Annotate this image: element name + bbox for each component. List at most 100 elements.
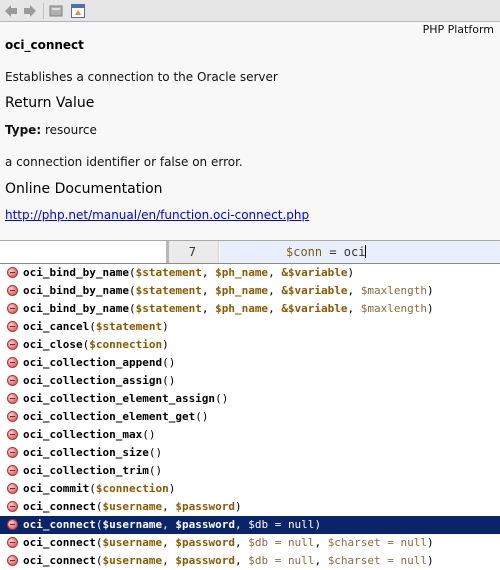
completion-item[interactable]: oci_close($connection)	[0, 336, 500, 354]
function-name: oci_cancel	[23, 320, 90, 333]
required-parameter: $username	[102, 554, 163, 567]
completion-item[interactable]: oci_bind_by_name($statement, $ph_name, &…	[0, 300, 500, 318]
line-number: 7	[188, 245, 196, 259]
required-parameter: $password	[175, 554, 235, 567]
function-icon	[7, 465, 18, 476]
function-icon	[7, 429, 18, 440]
editor-line: 7 $conn = oci	[0, 241, 500, 263]
function-name: oci_bind_by_name	[23, 302, 129, 315]
completion-item[interactable]: oci_connect($username, $password, $db = …	[0, 534, 500, 552]
function-name: oci_connect	[5, 38, 84, 52]
function-name: oci_collection_element_assign	[23, 392, 216, 405]
function-signature: oci_collection_trim()	[23, 464, 163, 477]
function-signature: oci_collection_element_get()	[23, 410, 209, 423]
completion-item[interactable]: oci_commit($connection)	[0, 480, 500, 498]
function-signature: oci_collection_append()	[23, 356, 176, 369]
function-name: oci_collection_size	[23, 446, 149, 459]
function-signature: oci_collection_element_assign()	[23, 392, 229, 405]
required-parameter: $statement	[95, 320, 163, 333]
completion-item[interactable]: oci_connect($username, $password, $db = …	[0, 516, 500, 534]
function-signature: oci_collection_max()	[23, 428, 156, 441]
function-description: Establishes a connection to the Oracle s…	[5, 70, 278, 84]
function-icon	[7, 537, 18, 548]
goto-source-icon[interactable]	[70, 3, 86, 19]
function-icon	[7, 555, 18, 566]
function-name: oci_connect	[23, 554, 96, 567]
function-name: oci_bind_by_name	[23, 266, 129, 279]
function-signature: oci_collection_assign()	[23, 374, 176, 387]
completion-item[interactable]: oci_collection_element_assign()	[0, 390, 500, 408]
completion-item[interactable]: oci_collection_size()	[0, 444, 500, 462]
completion-list[interactable]: oci_bind_by_name($statement, $ph_name, &…	[0, 263, 500, 570]
function-icon	[7, 447, 18, 458]
documentation-link[interactable]: http://php.net/manual/en/function.oci-co…	[5, 208, 309, 222]
required-parameter: $password	[175, 536, 235, 549]
function-icon	[7, 393, 18, 404]
optional-parameter: $maxlength	[360, 302, 428, 315]
required-parameter: $username	[102, 518, 163, 531]
return-description: a connection identifier or false on erro…	[5, 155, 243, 169]
function-signature: oci_connect($username, $password, $db = …	[23, 554, 434, 567]
required-parameter: &$variable	[281, 284, 348, 297]
required-parameter: $username	[102, 500, 163, 513]
required-parameter: $connection	[89, 338, 163, 351]
doc-toolbar	[0, 0, 500, 22]
function-signature: oci_collection_size()	[23, 446, 163, 459]
function-name: oci_connect	[23, 518, 96, 531]
function-name: oci_connect	[23, 500, 96, 513]
type-value: resource	[44, 123, 97, 137]
required-parameter: $statement	[135, 266, 202, 279]
completion-item[interactable]: oci_cancel($statement)	[0, 318, 500, 336]
function-name: oci_collection_assign	[23, 374, 163, 387]
function-signature: oci_bind_by_name($statement, $ph_name, &…	[23, 266, 355, 279]
function-signature: oci_connect($username, $password, $db = …	[23, 518, 322, 531]
required-parameter: $ph_name	[215, 266, 269, 279]
required-parameter: &$variable	[281, 302, 348, 315]
function-name: oci_collection_max	[23, 428, 143, 441]
required-parameter: $password	[175, 518, 235, 531]
function-name: oci_bind_by_name	[23, 284, 129, 297]
back-arrow-icon[interactable]	[3, 3, 19, 19]
completion-item[interactable]: oci_connect($username, $password, $db = …	[0, 552, 500, 570]
completion-item[interactable]: oci_collection_append()	[0, 354, 500, 372]
function-signature: oci_close($connection)	[23, 338, 169, 351]
function-icon	[7, 285, 18, 296]
required-parameter: $connection	[95, 482, 169, 495]
optional-parameter: $charset = null	[327, 536, 428, 549]
completion-item[interactable]: oci_bind_by_name($statement, $ph_name, &…	[0, 264, 500, 282]
return-value-heading: Return Value	[5, 95, 95, 111]
required-parameter: $password	[175, 500, 235, 513]
function-signature: oci_connect($username, $password)	[23, 500, 242, 513]
function-icon	[7, 501, 18, 512]
function-icon	[7, 303, 18, 314]
completion-item[interactable]: oci_collection_max()	[0, 426, 500, 444]
required-parameter: $ph_name	[215, 302, 269, 315]
optional-parameter: $maxlength	[360, 284, 428, 297]
type-label: Type:	[5, 123, 42, 137]
function-name: oci_close	[23, 338, 83, 351]
function-signature: oci_cancel($statement)	[23, 320, 169, 333]
function-signature: oci_bind_by_name($statement, $ph_name, &…	[23, 284, 434, 297]
code-text[interactable]: $conn = oci	[286, 245, 367, 259]
required-parameter: $statement	[135, 302, 202, 315]
completion-item[interactable]: oci_collection_trim()	[0, 462, 500, 480]
required-parameter: $username	[102, 536, 163, 549]
open-external-icon[interactable]	[48, 3, 64, 19]
text-caret	[365, 245, 367, 258]
completion-item[interactable]: oci_connect($username, $password)	[0, 498, 500, 516]
optional-parameter: $db = null	[248, 518, 315, 531]
forward-arrow-icon[interactable]	[22, 3, 38, 19]
optional-parameter: $db = null	[248, 536, 315, 549]
completion-item[interactable]: oci_bind_by_name($statement, $ph_name, &…	[0, 282, 500, 300]
function-signature: oci_connect($username, $password, $db = …	[23, 536, 434, 549]
line-number-gutter: 7	[169, 241, 219, 263]
function-icon	[7, 411, 18, 422]
required-parameter: &$variable	[281, 266, 348, 279]
completion-item[interactable]: oci_collection_element_get()	[0, 408, 500, 426]
return-type: Type: resource	[5, 123, 97, 137]
code-line[interactable]: $conn = oci	[220, 241, 500, 263]
function-signature: oci_commit($connection)	[23, 482, 176, 495]
function-name: oci_commit	[23, 482, 90, 495]
function-icon	[7, 519, 18, 530]
completion-item[interactable]: oci_collection_assign()	[0, 372, 500, 390]
